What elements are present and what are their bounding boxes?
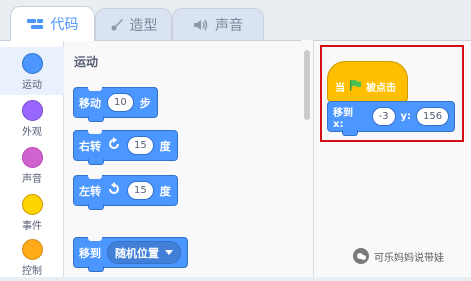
wechat-icon [353,248,369,264]
brush-icon [110,18,124,32]
steps-input[interactable]: 10 [107,93,134,112]
block-text: 移到 [79,246,101,260]
category-looks[interactable]: 外观 [0,94,64,142]
goto-random-block[interactable]: 移到 随机位置 [73,237,188,272]
chevron-down-icon [165,250,173,255]
category-motion[interactable]: 运动 [0,47,64,95]
control-category-dot [21,239,43,260]
tab-sounds[interactable]: 声音 [172,8,264,40]
goto-target-dropdown[interactable]: 随机位置 [107,241,181,264]
category-menu: 运动 外观 声音 事件 控制 [0,40,64,277]
category-motion-label: 运动 [22,80,42,91]
category-sound-label: 声音 [22,174,42,185]
move-steps-block[interactable]: 移动 10 步 [73,87,158,122]
speaker-icon [193,18,209,32]
events-category-dot [21,194,43,215]
sound-category-dot [21,147,43,168]
tab-costumes-label: 造型 [129,17,158,34]
category-sound[interactable]: 声音 [0,141,64,189]
tab-code[interactable]: 代码 [10,6,95,41]
block-palette: 运动 移动 10 步 右转 15 度 左转 15 度 移到 随机位置 [64,40,301,277]
code-icon [26,18,45,30]
block-text: 移动 [79,96,101,110]
category-control-label: 控制 [22,266,42,277]
looks-category-dot [21,100,43,121]
motion-category-dot [21,53,43,74]
degrees-input[interactable]: 15 [127,136,154,155]
watermark: 可乐妈妈说带娃 [353,248,444,264]
block-suffix: 步 [139,96,151,110]
category-looks-label: 外观 [22,127,42,138]
palette-scrollbar-thumb[interactable] [304,50,310,120]
category-control[interactable]: 控制 [0,233,64,281]
highlight-box [320,45,464,142]
rotate-left-icon [107,182,121,199]
tab-sounds-label: 声音 [215,17,243,34]
block-suffix: 度 [159,139,171,153]
turn-left-block[interactable]: 左转 15 度 [73,175,178,210]
block-suffix: 度 [159,184,171,198]
degrees-input[interactable]: 15 [127,181,154,200]
block-text: 左转 [79,184,101,198]
category-events[interactable]: 事件 [0,188,64,236]
editor-tab-bar: 代码 造型 声音 [0,0,471,41]
palette-section-title: 运动 [74,55,99,69]
tab-code-label: 代码 [50,17,79,33]
tab-costumes[interactable]: 造型 [95,8,172,40]
watermark-text: 可乐妈妈说带娃 [374,252,444,264]
turn-right-block[interactable]: 右转 15 度 [73,130,178,165]
dropdown-value: 随机位置 [115,246,159,260]
rotate-right-icon [107,137,121,154]
block-text: 右转 [79,139,101,153]
category-events-label: 事件 [22,221,42,232]
